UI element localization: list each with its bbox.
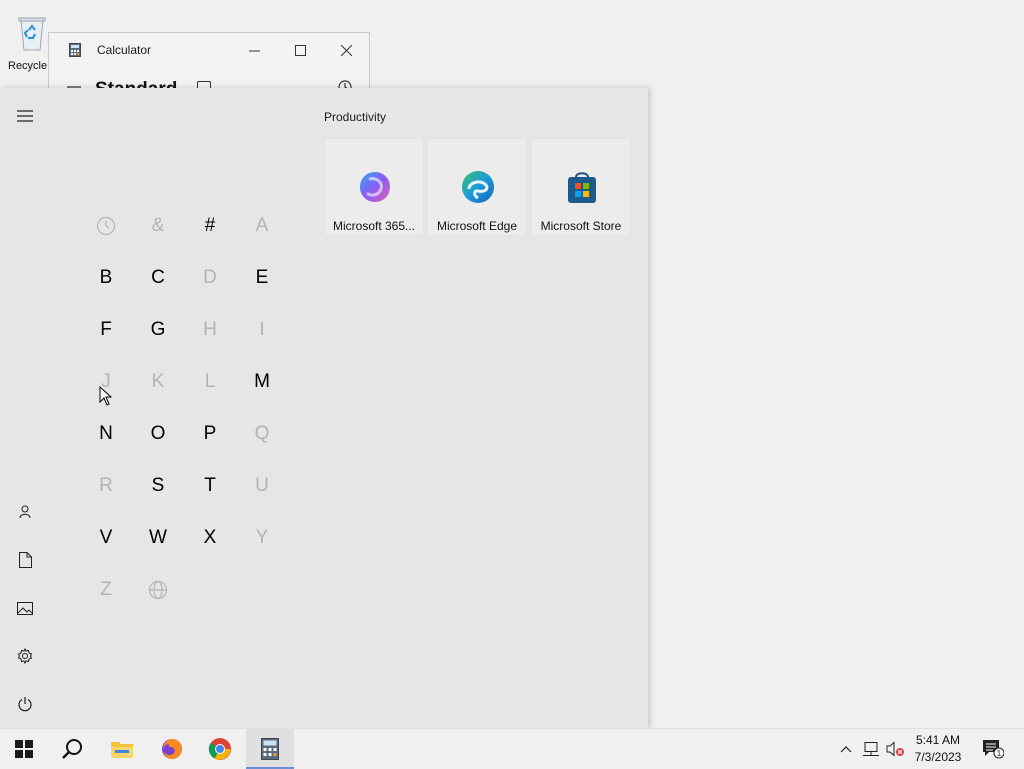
chrome-button[interactable] [196, 729, 244, 769]
calculator-titlebar[interactable]: Calculator [49, 33, 369, 67]
edge-icon [460, 169, 496, 205]
pictures-button[interactable] [5, 588, 45, 628]
letter-recent [80, 200, 132, 252]
close-icon [340, 44, 352, 56]
letter-w[interactable]: W [132, 512, 184, 564]
letter-g[interactable]: G [132, 304, 184, 356]
firefox-icon [162, 739, 182, 759]
letter-z: Z [100, 579, 112, 600]
tile-microsoft-store[interactable]: Microsoft Store [531, 138, 631, 236]
letter-l: L [204, 371, 216, 392]
document-icon [18, 552, 32, 568]
gear-icon [17, 648, 33, 664]
letter-x[interactable]: X [184, 512, 236, 564]
globe-icon [148, 580, 168, 600]
letter-t[interactable]: T [184, 460, 236, 512]
letter-q: Q [254, 423, 270, 444]
letter-f[interactable]: F [80, 304, 132, 356]
notification-count: 1 [997, 749, 1002, 758]
notification-icon: 1 [983, 740, 1004, 759]
chrome-icon [208, 738, 231, 760]
start-menu: & # A B C D E F G H I J K L M N O P Q R S T U V W X Y Z Productivit… [0, 88, 648, 728]
letter-p[interactable]: P [184, 408, 236, 460]
letter-other-languages [132, 564, 184, 616]
show-hidden-icons-button[interactable] [836, 729, 856, 769]
documents-button[interactable] [5, 540, 45, 580]
file-explorer-button[interactable] [98, 729, 146, 769]
user-account-button[interactable] [5, 492, 45, 532]
mouse-pointer-icon [99, 385, 113, 411]
letter-h: H [203, 319, 217, 340]
tile-label: Microsoft 365... [332, 219, 416, 233]
start-button[interactable] [0, 729, 48, 769]
pictures-icon [17, 601, 33, 615]
hamburger-icon [17, 110, 33, 122]
search-button[interactable] [48, 729, 96, 769]
settings-button[interactable] [5, 636, 45, 676]
volume-muted-icon [886, 741, 904, 757]
letter-m[interactable]: M [236, 356, 288, 408]
network-button[interactable] [860, 729, 882, 769]
volume-button[interactable] [884, 729, 906, 769]
maximize-icon [294, 44, 306, 56]
tile-label: Microsoft Edge [436, 219, 518, 233]
tile-microsoft-edge[interactable]: Microsoft Edge [427, 138, 527, 236]
letter-k: K [151, 371, 165, 392]
chevron-up-icon [840, 746, 852, 753]
windows-start-icon [15, 740, 33, 758]
letter-u: U [255, 475, 269, 496]
recycle-bin-icon [15, 12, 49, 52]
start-rail [0, 88, 50, 728]
tile-microsoft-365[interactable]: Microsoft 365... [324, 138, 424, 236]
close-button[interactable] [323, 33, 369, 67]
power-button[interactable] [5, 684, 45, 724]
clock-time: 5:41 AM [915, 733, 961, 747]
store-icon [564, 169, 600, 205]
letter-y: Y [255, 527, 269, 548]
letter-c[interactable]: C [132, 252, 184, 304]
action-center-button[interactable]: 1 [978, 729, 1008, 769]
minimize-button[interactable] [231, 33, 277, 67]
firefox-button[interactable] [148, 729, 196, 769]
letter-o[interactable]: O [132, 408, 184, 460]
calculator-app-icon [69, 43, 81, 57]
letter-i: I [259, 319, 265, 340]
letter-ampersand: & [151, 215, 165, 236]
network-icon [863, 742, 879, 756]
letter-a: A [255, 215, 269, 236]
file-explorer-icon [111, 742, 133, 758]
letter-hash[interactable]: # [184, 200, 236, 252]
calculator-title: Calculator [97, 43, 152, 57]
letter-v[interactable]: V [80, 512, 132, 564]
tile-group-title: Productivity [324, 110, 387, 124]
letter-r: R [99, 475, 113, 496]
search-icon [62, 739, 82, 759]
user-icon [19, 505, 31, 519]
recent-clock-icon [96, 216, 116, 236]
power-icon [18, 697, 32, 712]
minimize-icon [248, 50, 260, 51]
letter-n[interactable]: N [80, 408, 132, 460]
calculator-icon [261, 738, 279, 760]
expand-menu-button[interactable] [5, 96, 45, 136]
letter-b[interactable]: B [80, 252, 132, 304]
letter-s[interactable]: S [132, 460, 184, 512]
tile-label: Microsoft Store [540, 219, 622, 233]
maximize-button[interactable] [277, 33, 323, 67]
clock-date: 7/3/2023 [914, 750, 962, 764]
calculator-taskbar-button[interactable] [246, 729, 294, 769]
system-clock[interactable]: 5:41 AM 7/3/2023 [904, 732, 972, 766]
taskbar: 5:41 AM 7/3/2023 1 [0, 728, 1024, 769]
microsoft-365-icon [357, 169, 393, 205]
letter-d: D [203, 267, 217, 288]
letter-e[interactable]: E [236, 252, 288, 304]
